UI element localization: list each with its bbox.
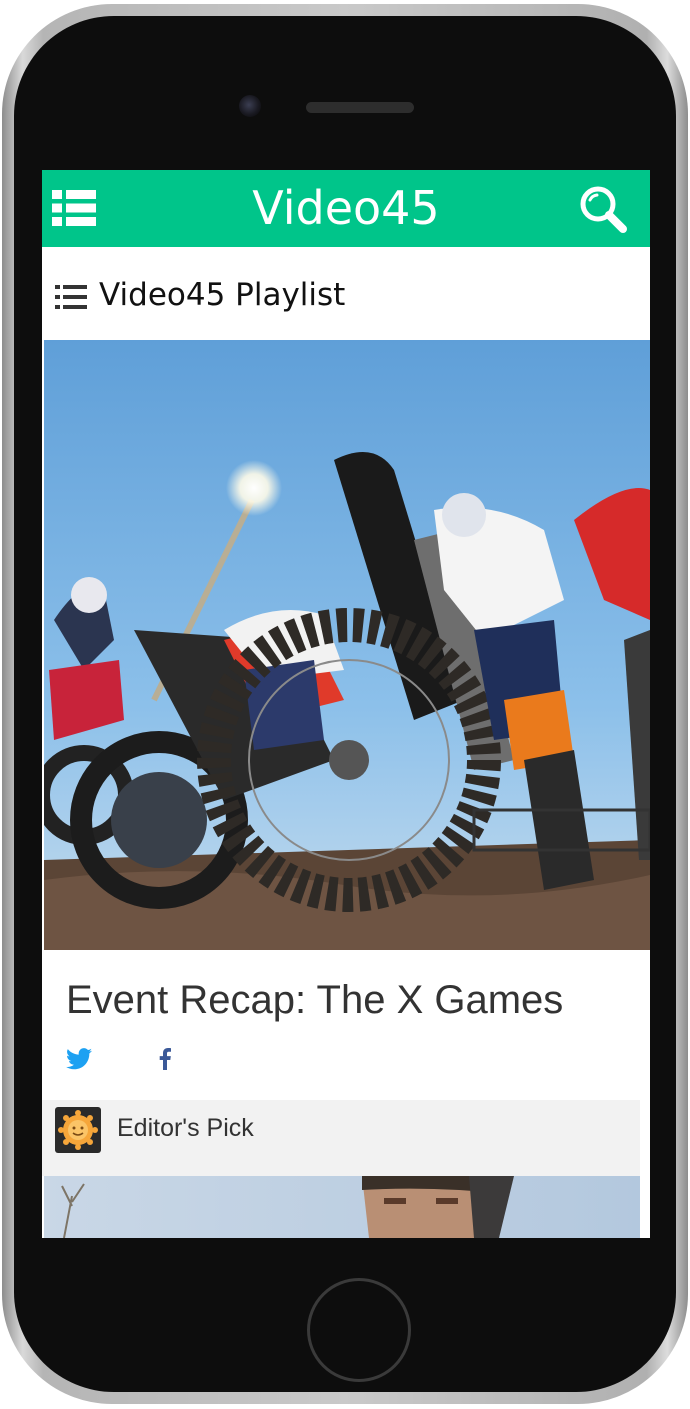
hamburger-menu-icon[interactable] (52, 188, 96, 228)
app-title: Video45 (252, 181, 440, 235)
portrait-image (44, 1176, 640, 1238)
app-screen: Video45 Video45 Playlist Event Recap: Th… (42, 170, 650, 1238)
sun-avatar-icon (58, 1110, 98, 1150)
video-title[interactable]: Event Recap: The X Games (66, 978, 563, 1023)
playlist-title: Video45 Playlist (99, 277, 346, 313)
avatar (55, 1107, 101, 1153)
earpiece-speaker (306, 102, 414, 113)
editors-pick-row[interactable]: Editor's Pick (42, 1100, 640, 1176)
motocross-image (44, 340, 650, 950)
list-icon (55, 285, 87, 309)
next-video-thumbnail[interactable] (44, 1176, 640, 1238)
featured-video-thumbnail[interactable] (44, 340, 650, 950)
twitter-icon[interactable] (66, 1048, 92, 1070)
front-camera (239, 95, 261, 117)
facebook-icon[interactable] (158, 1048, 172, 1070)
search-icon[interactable] (578, 184, 628, 234)
home-button[interactable] (307, 1278, 411, 1382)
app-bar: Video45 (42, 170, 650, 247)
editors-pick-label: Editor's Pick (117, 1114, 254, 1142)
